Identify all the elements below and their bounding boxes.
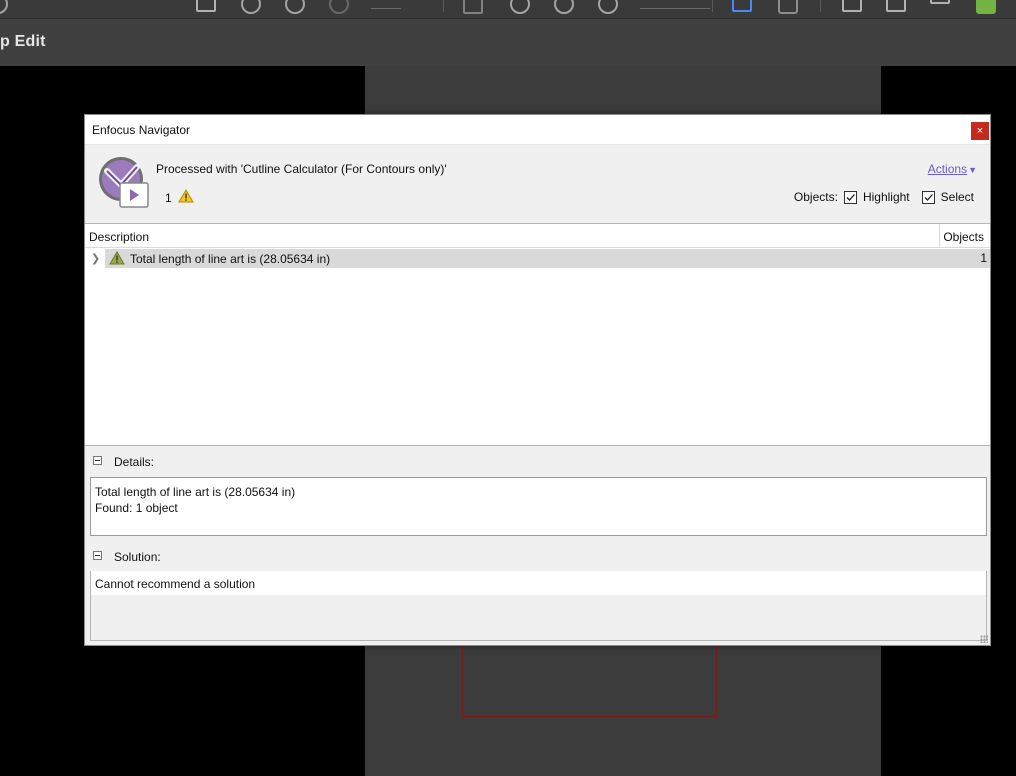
details-section-header[interactable]: Details: (85, 446, 990, 476)
select-option[interactable]: Select (921, 190, 974, 204)
result-header: Processed with 'Cutline Calculator (For … (85, 145, 990, 223)
zoom-in-icon[interactable] (285, 0, 305, 14)
zoom-out-icon[interactable] (241, 0, 261, 14)
solution-text: Cannot recommend a solution (91, 571, 986, 595)
layout-icon[interactable] (842, 0, 862, 12)
column-description[interactable]: Description (89, 230, 149, 244)
close-button[interactable]: × (971, 122, 989, 140)
results-list[interactable]: Description Objects ❯ Total length of li… (85, 223, 990, 446)
mode-title: p Edit (0, 33, 46, 50)
dialog-title: Enfocus Navigator (92, 123, 191, 137)
cutline-rectangle (462, 640, 717, 717)
disabled-tool-icon (329, 0, 349, 14)
enfocus-navigator-dialog: Enfocus Navigator × Processed with 'Cutl… (84, 114, 991, 646)
highlight-option[interactable]: Highlight (843, 190, 910, 204)
rotate-right-icon[interactable] (554, 0, 574, 14)
preflight-icon[interactable] (976, 0, 996, 14)
actions-menu-link[interactable]: Actions▼ (928, 162, 977, 176)
highlight-checkbox[interactable] (843, 190, 857, 204)
search-icon[interactable] (0, 0, 8, 14)
warning-count: 1 (165, 191, 172, 205)
collapse-details-icon[interactable] (93, 456, 102, 465)
column-divider (939, 224, 940, 248)
percentage-field[interactable] (640, 8, 710, 9)
objects-label: Objects: (793, 190, 838, 204)
details-label: Details: (114, 455, 155, 469)
details-line: Found: 1 object (95, 501, 178, 515)
rotate-left-icon[interactable] (510, 0, 530, 14)
solution-panel: Cannot recommend a solution (90, 571, 987, 641)
app-toolbar (0, 0, 1016, 18)
processed-with-text: Processed with 'Cutline Calculator (For … (156, 162, 447, 176)
toolbar-divider (712, 0, 713, 12)
row-warning-icon (109, 251, 125, 268)
solution-label: Solution: (114, 550, 161, 564)
details-text: Total length of line art is (28.05634 in… (90, 477, 987, 536)
page-tool-icon[interactable] (196, 0, 216, 12)
dialog-titlebar[interactable]: Enfocus Navigator × (85, 115, 990, 145)
select-label: Select (940, 190, 974, 204)
row-objects-count: 1 (980, 251, 987, 265)
table-row[interactable]: ❯ Total length of line art is (28.05634 … (85, 248, 990, 268)
objects-options: Objects: Highlight Select (794, 190, 974, 204)
cursor-tool-icon[interactable] (463, 0, 483, 14)
export-icon[interactable] (886, 0, 906, 12)
resize-grip-icon[interactable] (980, 635, 988, 643)
panel-icon[interactable] (930, 0, 950, 4)
chevron-right-icon[interactable]: ❯ (91, 252, 100, 265)
highlight-label: Highlight (862, 190, 910, 204)
list-header: Description Objects (85, 224, 990, 248)
column-objects[interactable]: Objects (943, 230, 984, 244)
row-description: Total length of line art is (28.05634 in… (130, 252, 331, 266)
collapse-solution-icon[interactable] (93, 551, 102, 560)
pin-icon[interactable] (778, 0, 798, 14)
actions-label: Actions (927, 162, 968, 176)
toolbar-divider (443, 0, 444, 12)
enfocus-logo-icon (97, 155, 153, 211)
selected-tool-icon[interactable] (732, 0, 752, 12)
refresh-icon[interactable] (598, 0, 618, 14)
select-checkbox[interactable] (921, 190, 935, 204)
app-mode-bar: p Edit (0, 18, 1016, 66)
toolbar-divider (820, 0, 821, 12)
solution-section-header[interactable]: Solution: (85, 541, 990, 571)
zoom-field[interactable] (371, 8, 401, 9)
warning-icon (178, 189, 194, 206)
details-line: Total length of line art is (28.05634 in… (95, 485, 296, 499)
caret-down-icon: ▼ (968, 165, 977, 175)
